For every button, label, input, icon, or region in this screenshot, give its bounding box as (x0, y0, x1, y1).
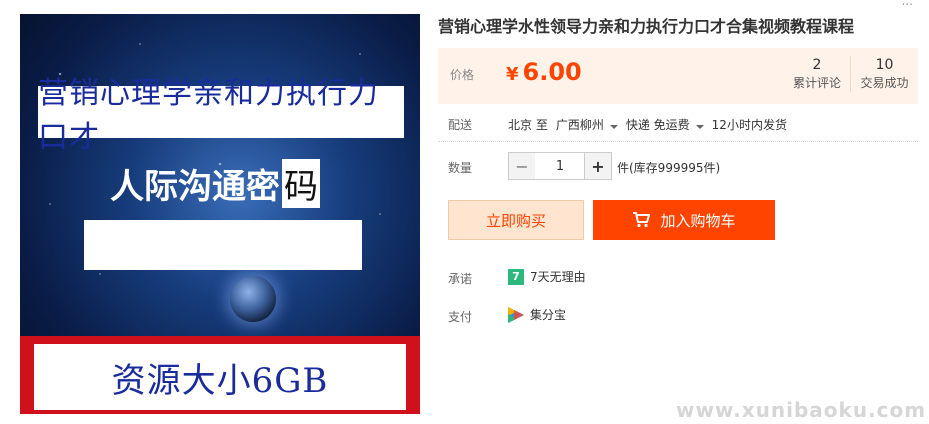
watermark: www.xunibaoku.com (676, 398, 927, 422)
quantity-decrease-button[interactable]: − (508, 152, 536, 180)
stat-number: 10 (875, 57, 894, 73)
product-title: 营销心理学水性领导力亲和力执行力口才合集视频教程课程 (438, 17, 855, 36)
promise-label: 承诺 (448, 272, 473, 286)
ship-time: 12小时内发货 (711, 118, 787, 132)
stat-label: 交易成功 (860, 76, 909, 90)
delivery-method-select[interactable]: 快递 免运费 (626, 116, 712, 133)
add-to-cart-label: 加入购物车 (660, 211, 736, 230)
payment-text: 集分宝 (530, 308, 567, 322)
divider (438, 141, 918, 142)
promise-text: 7天无理由 (530, 270, 586, 284)
image-banner-bottom: 资源大小6GB (34, 344, 406, 410)
image-banner-top: 营销心理学亲和力执行力口才 (38, 76, 404, 155)
quantity-increase-button[interactable]: + (584, 152, 612, 180)
stat-label: 累计评论 (792, 76, 841, 90)
image-banner-mid: 人际沟通密码 (110, 154, 320, 212)
delivery-destination-select[interactable]: 广西柳州 (556, 116, 626, 133)
stat-number: 2 (812, 57, 822, 73)
stat-transactions[interactable]: 10 交易成功 (850, 56, 918, 92)
add-to-cart-button[interactable]: 加入购物车 (593, 200, 775, 240)
image-banner-mid-text: 人际沟通密 (110, 166, 280, 207)
stat-cumulative-reviews[interactable]: 2 累计评论 (786, 56, 848, 92)
price-label: 价格 (450, 68, 475, 82)
delivery-destination: 广西柳州 (555, 118, 604, 132)
image-banner-mid-boxed: 码 (282, 158, 320, 208)
quantity-input[interactable] (535, 152, 585, 180)
stock-text: 件(库存999995件) (617, 161, 721, 175)
corner-mark: ... (901, 0, 913, 8)
jifenbao-icon (508, 306, 524, 323)
image-blank-box (84, 220, 362, 270)
delivery-from: 北京 至 (508, 118, 548, 132)
cart-icon (633, 212, 651, 228)
payment-item: 集分宝 (508, 306, 566, 323)
buy-now-button[interactable]: 立即购买 (448, 200, 584, 240)
payment-label: 支付 (448, 310, 473, 324)
price-amount: 6.00 (522, 58, 582, 86)
chevron-down-icon (695, 125, 704, 129)
delivery-row: 北京 至 广西柳州 快递 免运费 12小时内发货 (508, 116, 787, 133)
delivery-method: 快递 免运费 (625, 118, 690, 132)
product-image[interactable]: 营销心理学亲和力执行力口才 人际沟通密码 资源大小6GB (20, 14, 420, 414)
quantity-label: 数量 (448, 161, 473, 175)
promise-item[interactable]: 7 7天无理由 (508, 268, 586, 285)
planet-graphic (230, 276, 276, 322)
price-panel: 价格 ¥6.00 2 累计评论 10 交易成功 (438, 48, 918, 104)
currency-symbol: ¥ (506, 64, 519, 85)
delivery-label: 配送 (448, 118, 473, 132)
chevron-down-icon (609, 125, 618, 129)
seven-day-icon: 7 (508, 268, 524, 285)
price-value: ¥6.00 (506, 58, 582, 86)
